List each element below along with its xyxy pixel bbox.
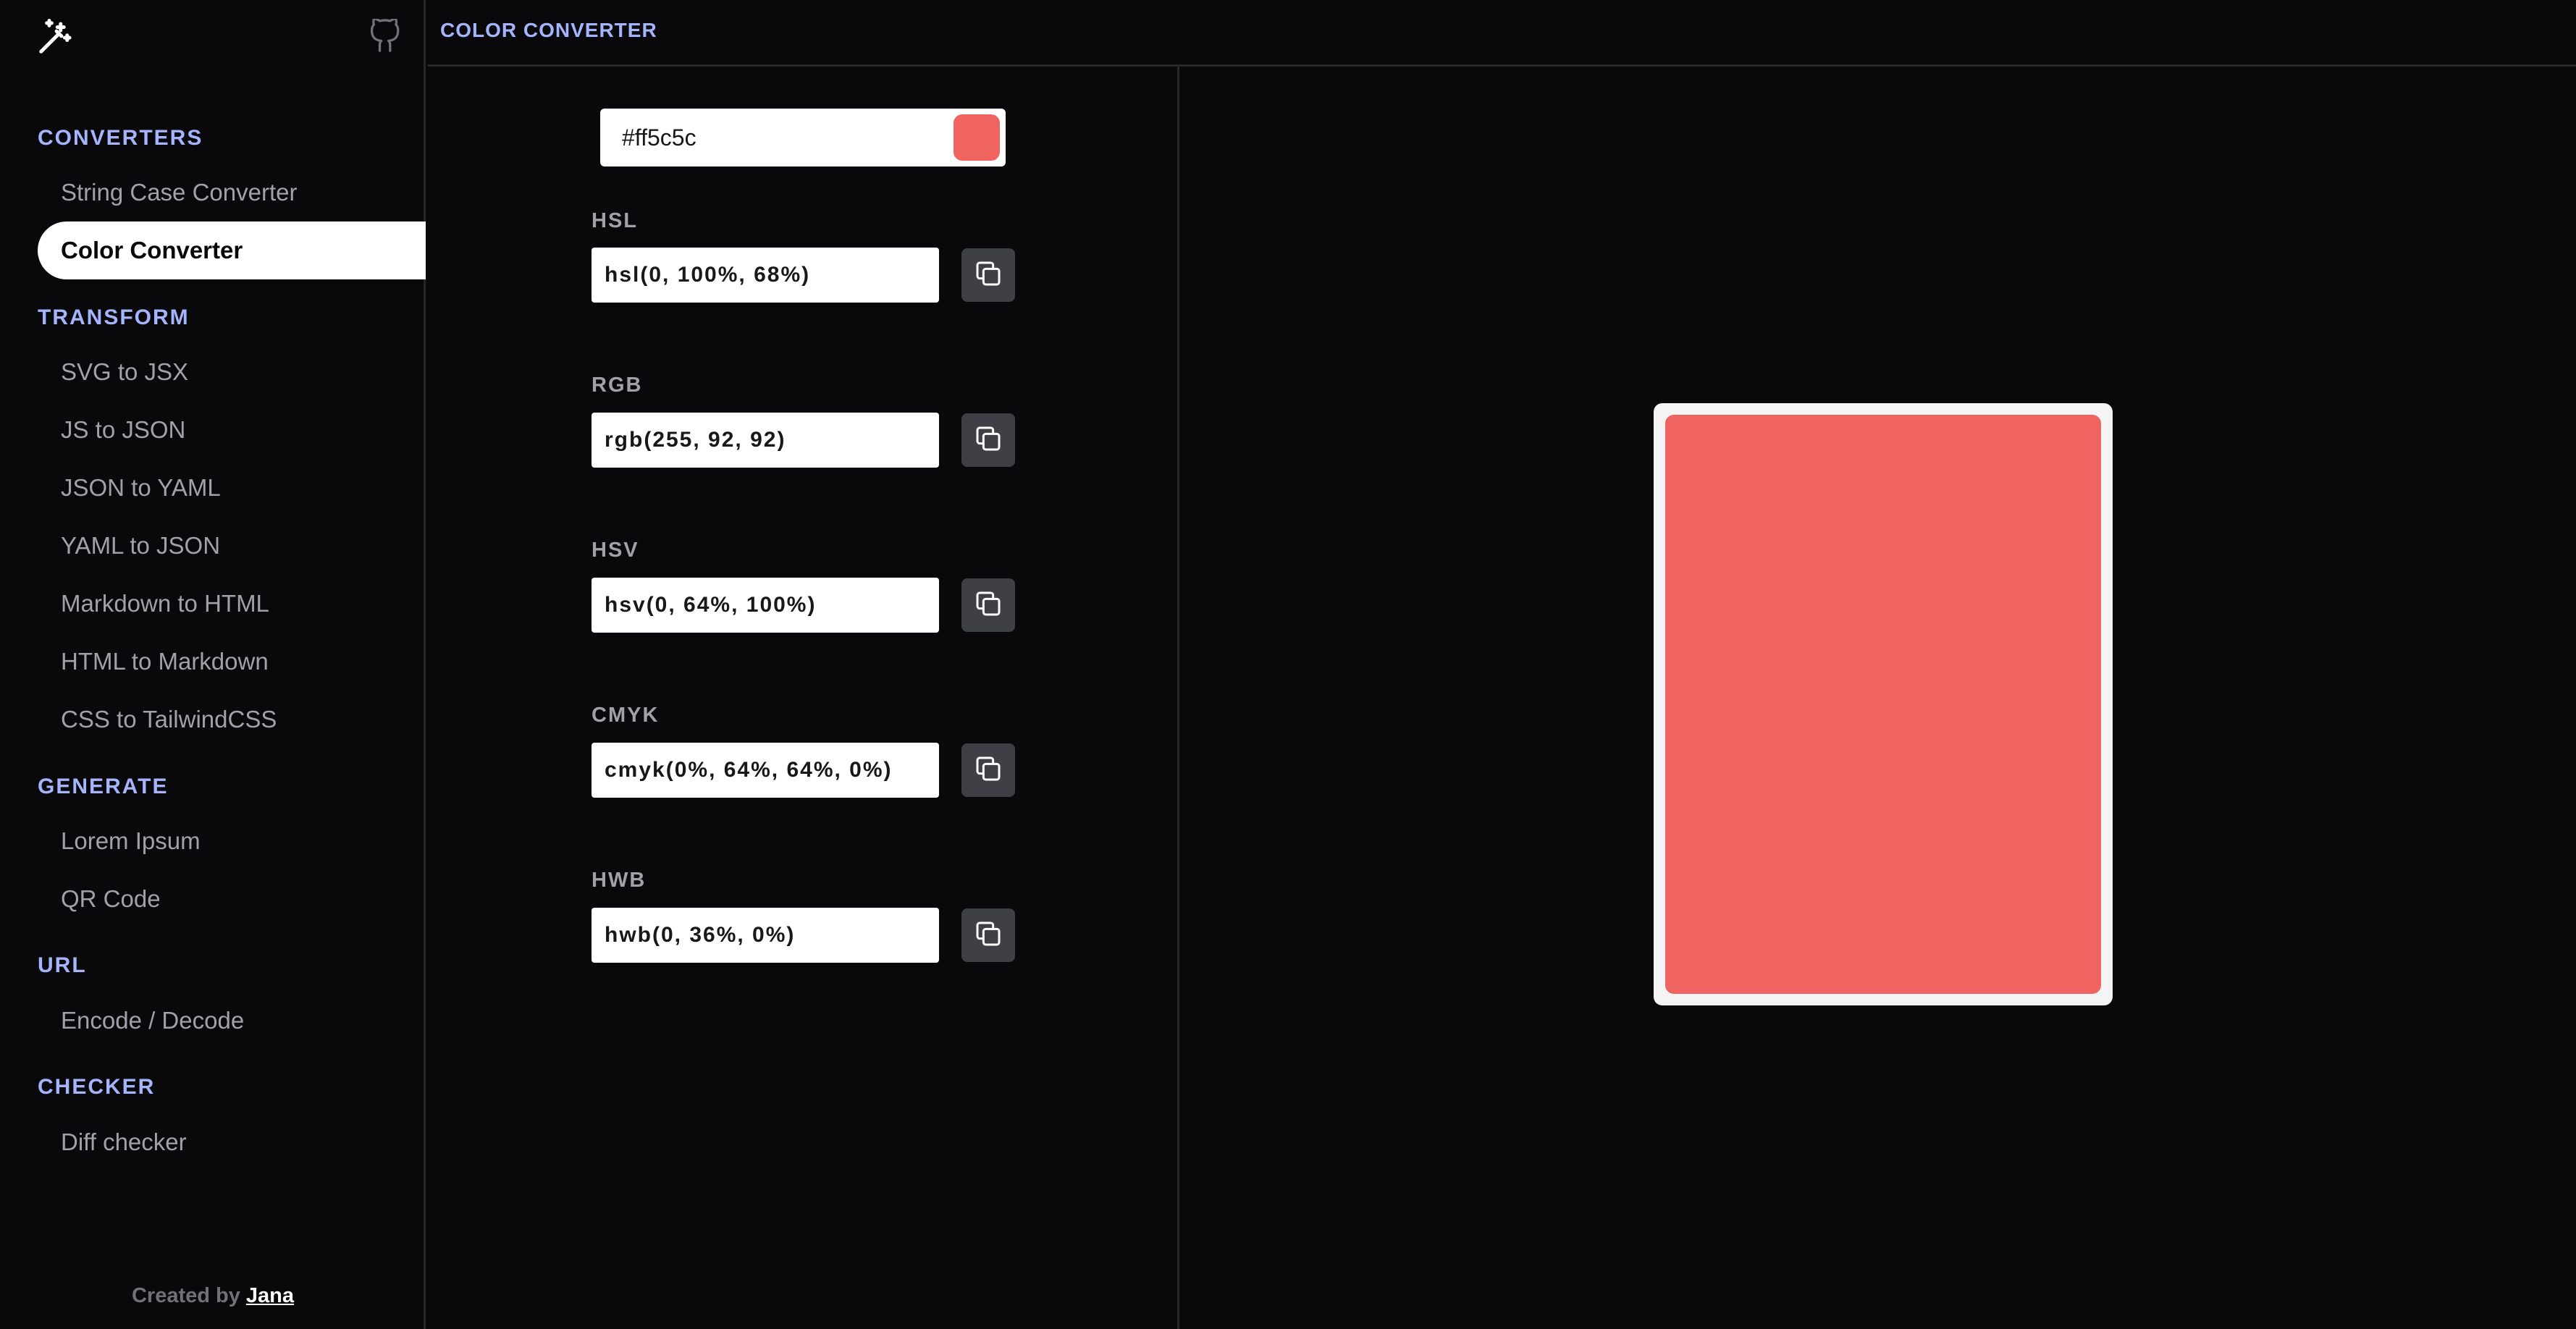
sidebar-item-svg-to-jsx[interactable]: SVG to JSX <box>38 343 426 401</box>
sidebar-item-string-case-converter[interactable]: String Case Converter <box>38 164 426 222</box>
section-title-checker: CHECKER <box>38 1075 156 1099</box>
section-title-url: URL <box>38 953 87 977</box>
copy-icon <box>974 589 1003 622</box>
sidebar-item-js-to-json[interactable]: JS to JSON <box>38 401 426 459</box>
sidebar-item-yaml-to-json[interactable]: YAML to JSON <box>38 517 426 575</box>
hsl-label: HSL <box>592 209 638 232</box>
section-title-converters: CONVERTERS <box>38 126 203 150</box>
sidebar-item-color-converter[interactable]: Color Converter <box>38 222 426 279</box>
copy-icon <box>974 919 1003 952</box>
color-preview-card <box>1654 403 2113 1005</box>
copy-cmyk-button[interactable] <box>961 743 1015 797</box>
cmyk-label: CMYK <box>592 704 660 727</box>
color-picker-swatch[interactable] <box>954 114 1000 161</box>
copy-hsl-button[interactable] <box>961 248 1015 302</box>
footer-credit: Created by Jana <box>0 1284 426 1308</box>
sidebar-item-encode-decode[interactable]: Encode / Decode <box>38 992 426 1050</box>
copy-icon <box>974 259 1003 292</box>
sidebar-item-diff-checker[interactable]: Diff checker <box>38 1113 426 1171</box>
hsv-label: HSV <box>592 539 639 562</box>
color-preview-fill <box>1665 415 2101 994</box>
hsl-value: hsl(0, 100%, 68%) <box>605 263 811 287</box>
section-title-generate: GENERATE <box>38 775 169 798</box>
sidebar-item-css-to-tailwindcss[interactable]: CSS to TailwindCSS <box>38 691 426 748</box>
sidebar-item-markdown-to-html[interactable]: Markdown to HTML <box>38 575 426 633</box>
section-title-transform: TRANSFORM <box>38 305 190 329</box>
sidebar: CONVERTERS String Case Converter Color C… <box>0 0 426 1329</box>
sidebar-item-json-to-yaml[interactable]: JSON to YAML <box>38 459 426 517</box>
hsl-output[interactable]: hsl(0, 100%, 68%) <box>592 248 939 303</box>
page-header: COLOR CONVERTER <box>428 0 2576 67</box>
panel-divider <box>1177 67 1179 1329</box>
hex-color-field[interactable]: #ff5c5c <box>600 109 1006 166</box>
author-link[interactable]: Jana <box>246 1284 294 1307</box>
hsv-output[interactable]: hsv(0, 64%, 100%) <box>592 578 939 633</box>
cmyk-output[interactable]: cmyk(0%, 64%, 64%, 0%) <box>592 743 939 798</box>
copy-rgb-button[interactable] <box>961 413 1015 467</box>
hwb-value: hwb(0, 36%, 0%) <box>605 923 796 947</box>
cmyk-value: cmyk(0%, 64%, 64%, 0%) <box>605 758 893 782</box>
rgb-value: rgb(255, 92, 92) <box>605 428 786 452</box>
copy-hwb-button[interactable] <box>961 908 1015 962</box>
sidebar-item-html-to-markdown[interactable]: HTML to Markdown <box>38 633 426 691</box>
magic-wand-icon[interactable] <box>36 17 75 56</box>
hsv-value: hsv(0, 64%, 100%) <box>605 593 817 617</box>
hex-input[interactable]: #ff5c5c <box>622 109 696 166</box>
copy-hsv-button[interactable] <box>961 578 1015 632</box>
copy-icon <box>974 424 1003 457</box>
sidebar-item-qr-code[interactable]: QR Code <box>38 870 426 928</box>
hwb-output[interactable]: hwb(0, 36%, 0%) <box>592 908 939 963</box>
github-icon[interactable] <box>368 17 400 54</box>
hwb-label: HWB <box>592 869 647 892</box>
page-title: COLOR CONVERTER <box>440 19 657 41</box>
copy-icon <box>974 754 1003 787</box>
sidebar-item-lorem-ipsum[interactable]: Lorem Ipsum <box>38 812 426 870</box>
rgb-label: RGB <box>592 374 643 397</box>
rgb-output[interactable]: rgb(255, 92, 92) <box>592 413 939 468</box>
footer-prefix: Created by <box>131 1284 240 1307</box>
